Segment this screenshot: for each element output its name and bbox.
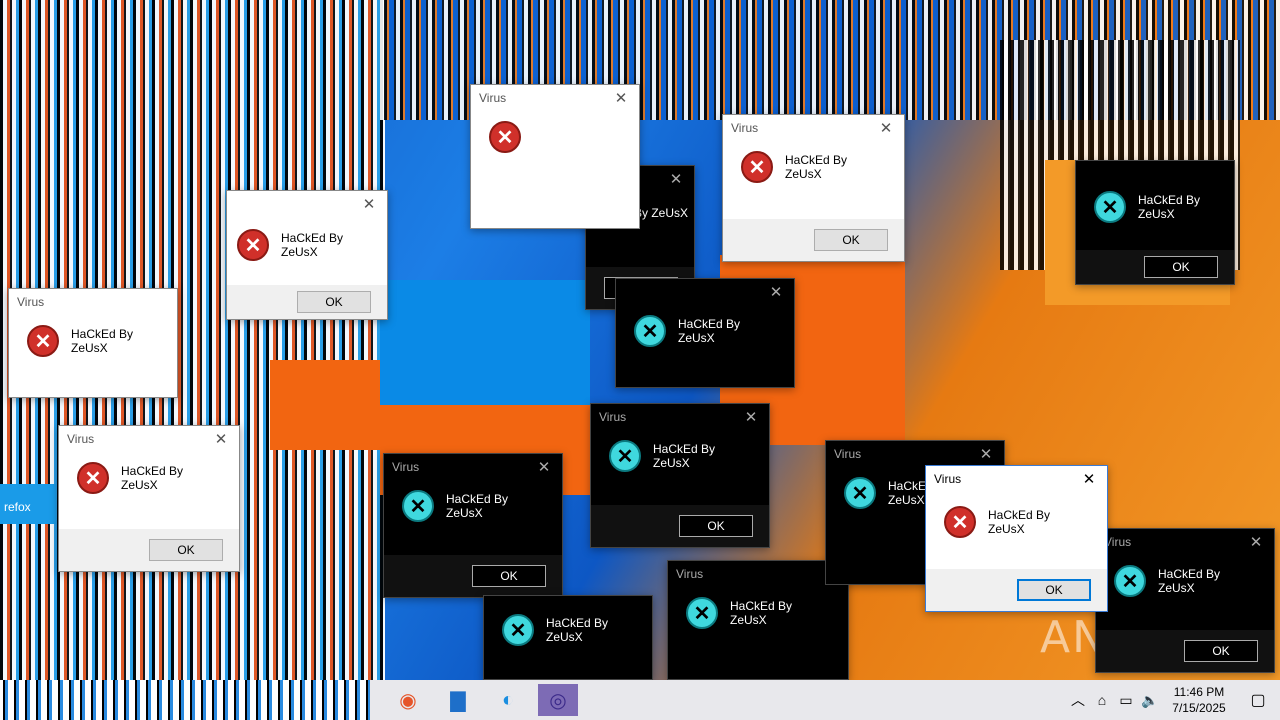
virus-dialog[interactable]: Virus ✕ ✕ HaCkEd By ZeUsX OK [722,114,905,262]
error-icon: ✕ [27,325,59,357]
error-icon: ✕ [402,490,434,522]
ok-button[interactable]: OK [472,565,546,587]
virus-dialog[interactable]: ✕ ✕ HaCkEd By ZeUsX [615,278,795,388]
glitch-artifact [0,680,370,720]
close-icon[interactable]: ✕ [534,458,554,476]
virus-dialog[interactable]: Virus ✕ ✕ HaCkEd By ZeUsX OK [58,425,240,572]
network-icon[interactable]: ⌂ [1090,692,1114,708]
close-icon[interactable]: ✕ [876,119,896,137]
ethernet-icon[interactable]: ▭ [1114,692,1138,709]
error-icon: ✕ [844,477,876,509]
close-icon[interactable]: ✕ [666,170,686,188]
dialog-title: Virus [599,410,627,424]
dialog-message: HaCkEd By ZeUsX [71,327,134,355]
close-icon[interactable]: ✕ [1246,533,1266,551]
error-icon: ✕ [1114,565,1146,597]
error-icon: ✕ [237,229,269,261]
virus-dialog[interactable]: Virus ✕ ✕ HaCkEd By ZeUsX OK [590,403,770,548]
virus-dialog[interactable]: Virus ✕ ✕ [470,84,640,229]
dialog-title: Virus [676,567,704,581]
ok-button[interactable]: OK [1017,579,1091,601]
error-icon: ✕ [609,440,641,472]
dialog-message: HaCkEd By ZeUsX [730,599,793,627]
close-icon[interactable]: ✕ [611,89,631,107]
dialog-title: Virus [834,447,862,461]
clock[interactable]: 11:46 PM 7/15/2025 [1162,684,1236,716]
ok-button[interactable]: OK [149,539,223,561]
virus-dialog[interactable]: Virus ✕ HaCkEd By ZeUsX [667,560,849,680]
dialog-title: Virus [17,295,45,309]
ok-button[interactable]: OK [679,515,753,537]
edge-icon[interactable]: ◉ [388,684,428,716]
virus-dialog[interactable]: ✕ ✕ HaCkEd By ZeUsX OK [226,190,388,320]
close-icon[interactable]: ✕ [211,430,231,448]
notification-icon[interactable]: ▢ [1236,690,1280,710]
error-icon: ✕ [489,121,521,153]
clock-date: 7/15/2025 [1172,701,1226,715]
dialog-message: HaCkEd By ZeUsX [446,492,509,520]
error-icon: ✕ [1094,191,1126,223]
dialog-title: Virus [392,460,420,474]
dialog-message: HaCkEd By ZeUsX [546,616,609,644]
error-icon: ✕ [77,462,109,494]
error-icon: ✕ [502,614,534,646]
dialog-title: Virus [67,432,95,446]
close-icon[interactable]: ✕ [1079,470,1099,488]
volume-icon[interactable]: 🔈 [1138,692,1162,709]
virus-dialog[interactable]: Virus ✕ ✕ HaCkEd By ZeUsX OK [1095,528,1275,673]
desktop-shortcut-label[interactable]: refox [0,484,56,524]
dialog-message: HaCkEd By ZeUsX [1138,193,1201,221]
virus-dialog[interactable]: ✕ HaCkEd By ZeUsX OK [1075,160,1235,285]
close-icon[interactable]: ✕ [741,408,761,426]
file-explorer-icon[interactable]: ▇ [438,684,478,716]
close-icon[interactable]: ✕ [766,283,786,301]
dialog-title: Virus [479,91,507,105]
dialog-title: Virus [934,472,962,486]
system-tray: ︿ ⌂ ▭ 🔈 11:46 PM 7/15/2025 ▢ [1066,680,1280,720]
dialog-message: HaCkEd By ZeUsX [785,153,848,181]
dialog-title: Virus [731,121,759,135]
error-icon: ✕ [741,151,773,183]
virus-dialog[interactable]: Virus ✕ HaCkEd By ZeUsX [8,288,178,398]
chevron-up-icon[interactable]: ︿ [1066,690,1090,710]
ok-button[interactable]: OK [297,291,371,313]
error-icon: ✕ [634,315,666,347]
dialog-title: Virus [1104,535,1132,549]
dialog-message: HaCkEd By ZeUsX [121,464,184,492]
dialog-message: HaCkEd By ZeUsX [1158,567,1221,595]
error-icon: ✕ [686,597,718,629]
taskbar: ◉ ▇ ◐ ◎ ︿ ⌂ ▭ 🔈 11:46 PM 7/15/2025 ▢ [0,680,1280,720]
clock-time: 11:46 PM [1173,685,1225,699]
dialog-message: HaCkEd By ZeUsX [653,442,716,470]
virus-dialog-active[interactable]: Virus ✕ ✕ HaCkEd By ZeUsX OK [925,465,1108,612]
dialog-message: HaCkEd By ZeUsX [988,508,1051,536]
close-icon[interactable]: ✕ [359,195,379,213]
wallpaper-pane [270,360,380,450]
firefox-icon[interactable]: ◐ [488,684,528,716]
ok-button[interactable]: OK [1184,640,1258,662]
ok-button[interactable]: OK [1144,256,1218,278]
virus-dialog[interactable]: Virus ✕ ✕ HaCkEd By ZeUsX OK [383,453,563,598]
close-icon[interactable]: ✕ [976,445,996,463]
dialog-message: HaCkEd By ZeUsX [678,317,741,345]
virus-dialog[interactable]: ✕ HaCkEd By ZeUsX [483,595,653,680]
dialog-message: HaCkEd By ZeUsX [281,231,344,259]
error-icon: ✕ [944,506,976,538]
app-icon[interactable]: ◎ [538,684,578,716]
wallpaper-pane [380,280,590,405]
ok-button[interactable]: OK [814,229,888,251]
